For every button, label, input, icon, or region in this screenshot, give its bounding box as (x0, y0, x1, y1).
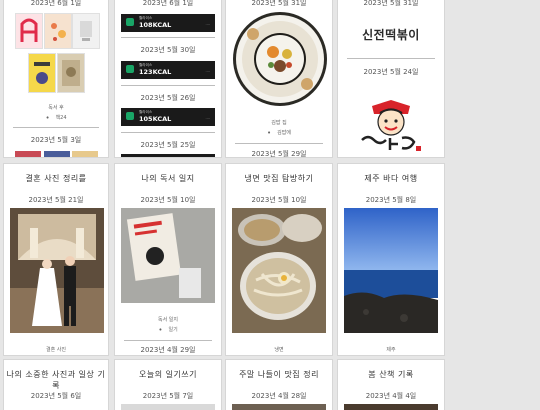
post-caption: 제주 (386, 347, 396, 353)
post-date: 2023년 5월 7일 (142, 392, 194, 400)
divider (347, 58, 435, 59)
kcal-meta: ···· (205, 23, 210, 27)
post-title[interactable]: 냉면 맛집 탐방하기 (226, 173, 332, 184)
post-date: 2023년 5월 29일 (251, 150, 307, 157)
book-cover-thumbnails[interactable] (15, 151, 99, 157)
post-caption: 독서 후 (48, 105, 64, 111)
post-date: 2023년 5월 31일 (251, 0, 307, 7)
post-card-diary[interactable]: 오늘의 일기쓰기 2023년 5월 7일 (115, 360, 221, 410)
calorie-entry[interactable]: 월라이스 105KCAL ···· (121, 108, 215, 126)
divider (121, 132, 215, 133)
post-date: 2023년 5월 10일 (251, 196, 307, 204)
post-card-daily-record[interactable]: 나의 소중한 사진과 일상 기록 2023년 5월 6일 (4, 360, 108, 410)
post-title[interactable]: 제주 바다 여행 (338, 173, 444, 184)
post-tag[interactable]: 김밥에 (226, 129, 332, 137)
post-title[interactable]: 주말 나들이 맛집 정리 (226, 369, 332, 380)
app-icon (126, 18, 134, 26)
post-date: 2023년 5월 24일 (363, 68, 419, 76)
noodle-photo[interactable] (232, 208, 326, 333)
post-date: 2023년 6월 1일 (142, 0, 194, 7)
post-date: 2023년 4월 29일 (140, 346, 196, 354)
post-date: 2023년 5월 6일 (30, 392, 82, 400)
noodle-illustration (232, 208, 326, 333)
mascot-face-icon (361, 100, 421, 151)
post-card-jeju-sea[interactable]: 제주 바다 여행 2023년 5월 8일 제주 (338, 164, 444, 355)
app-icon (126, 65, 134, 73)
mascot-logo[interactable] (358, 96, 424, 154)
book-cover (72, 13, 100, 49)
letter-a-graphic (20, 18, 38, 42)
post-date: 2023년 5월 10일 (140, 196, 196, 204)
calorie-entry[interactable]: 월라이스 108KCAL ···· (121, 14, 215, 32)
post-date: 2023년 5월 8일 (365, 196, 417, 204)
post-caption: 결혼 사진 (46, 347, 66, 353)
post-date: 2023년 5월 31일 (363, 0, 419, 7)
post-date: 2023년 5월 30일 (140, 46, 196, 54)
kcal-value: 123KCAL (139, 68, 172, 76)
kcal-meta: ···· (205, 117, 210, 121)
post-tag[interactable]: 책24 (4, 114, 108, 122)
post-card-reading[interactable]: 나의 독서 일지 2023년 5월 10일 독서 일지 일기 2023년 4월 … (115, 164, 221, 355)
post-date: 2023년 4월 4일 (365, 392, 417, 400)
book-cover (44, 13, 72, 49)
post-date: 2023년 5월 25일 (140, 141, 196, 149)
post-card-wedding[interactable]: 결혼 사진 정리를 2023년 5월 21일 결혼 사진 (4, 164, 108, 355)
post-title[interactable]: 결혼 사진 정리를 (4, 173, 108, 184)
post-date: 2023년 4월 28일 (251, 392, 307, 400)
post-caption: 김밥 집 (271, 120, 287, 126)
post-caption: 냉면 (274, 347, 284, 353)
divider (235, 143, 323, 144)
book-cover-thumbnails[interactable] (15, 13, 100, 93)
divider (121, 37, 215, 38)
post-date: 2023년 6월 1일 (30, 0, 82, 7)
book-cover (28, 53, 56, 93)
kcal-value: 108KCAL (139, 21, 172, 29)
post-title[interactable]: 오늘의 일기쓰기 (115, 369, 221, 380)
divider (124, 340, 212, 341)
calorie-entry-partial[interactable] (121, 154, 215, 157)
sea-photo[interactable] (344, 208, 438, 333)
wedding-photo[interactable] (10, 208, 104, 333)
divider (121, 85, 215, 86)
book-photo[interactable] (121, 208, 215, 303)
post-card-tteokbokki[interactable]: 2023년 5월 31일 신전떡볶이 2023년 5월 24일 (338, 0, 444, 157)
calorie-entry[interactable]: 월라이스 123KCAL ···· (121, 61, 215, 79)
post-date: 2023년 5월 3일 (30, 136, 82, 144)
post-card-books[interactable]: 2023년 6월 1일 독서 후 책24 2023년 5월 3일 (4, 0, 108, 157)
seascape-illustration (344, 208, 438, 333)
post-title[interactable]: 나의 독서 일지 (115, 173, 221, 184)
post-date: 2023년 5월 21일 (28, 196, 84, 204)
post-date: 2023년 5월 26일 (140, 94, 196, 102)
brand-logo-text: 신전떡볶이 (362, 28, 420, 42)
post-card-weekend-food[interactable]: 주말 나들이 맛집 정리 2023년 4월 28일 (226, 360, 332, 410)
post-caption: 독서 일지 (158, 317, 178, 323)
book-cover (57, 53, 85, 93)
kcal-value: 105KCAL (139, 115, 172, 123)
gimbap-illustration (236, 15, 324, 103)
post-card-spring-walk[interactable]: 봄 산책 기록 2023년 4월 4일 (338, 360, 444, 410)
post-tag[interactable]: 일기 (115, 326, 221, 334)
kcal-meta: ···· (205, 70, 210, 74)
book-illustration (121, 208, 215, 303)
post-title[interactable]: 봄 산책 기록 (338, 369, 444, 380)
wedding-hall-illustration (10, 208, 104, 333)
post-card-gimbap[interactable]: 2023년 5월 31일 김밥 집 김밥에 2023년 5월 29일 (226, 0, 332, 157)
book-cover (15, 13, 43, 49)
post-card-naengmyeon[interactable]: 냉면 맛집 탐방하기 2023년 5월 10일 냉면 (226, 164, 332, 355)
gimbap-photo[interactable] (233, 12, 327, 106)
divider (13, 127, 99, 128)
post-title[interactable]: 나의 소중한 사진과 일상 기록 (4, 369, 108, 391)
app-icon (126, 112, 134, 120)
